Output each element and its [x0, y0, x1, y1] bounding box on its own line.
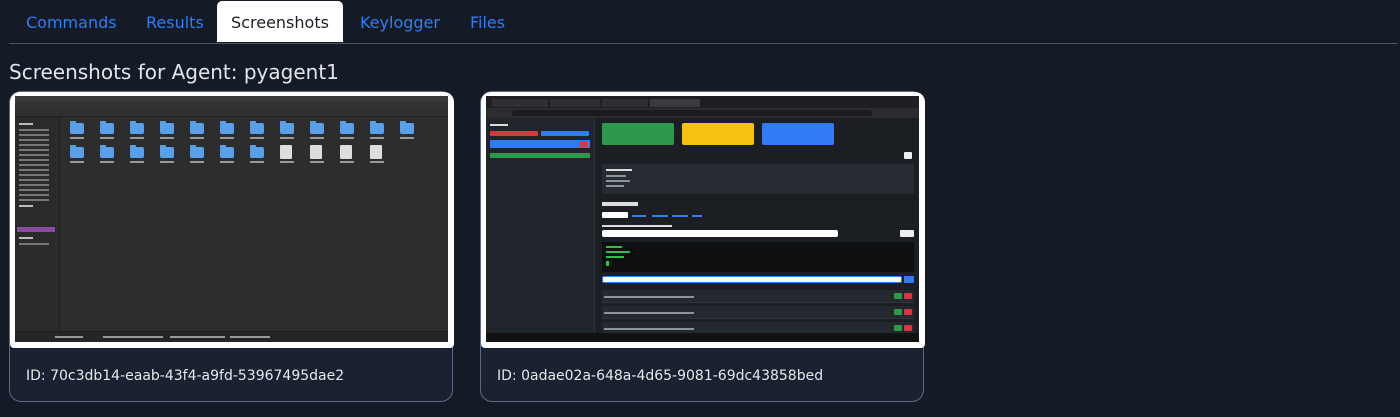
- screenshot-card[interactable]: ID: 0adae02a-648a-4d65-9081-69dc43858bed: [480, 91, 925, 402]
- screenshot-id: ID: 0adae02a-648a-4d65-9081-69dc43858bed: [497, 368, 824, 384]
- screenshot-thumbnail-frame: [481, 92, 925, 348]
- screenshot-id: ID: 70c3db14-eaab-43f4-a9fd-53967495dae2: [26, 368, 345, 384]
- tab-files[interactable]: Files: [470, 1, 510, 42]
- tab-keylogger[interactable]: Keylogger: [360, 1, 440, 42]
- screenshot-thumbnail[interactable]: [486, 96, 919, 342]
- screenshot-card[interactable]: ID: 70c3db14-eaab-43f4-a9fd-53967495dae2: [9, 91, 454, 402]
- tab-screenshots[interactable]: Screenshots: [217, 1, 343, 42]
- page-title: Screenshots for Agent: pyagent1: [9, 60, 339, 84]
- tab-bar: Commands Results Screenshots Keylogger F…: [9, 0, 1398, 44]
- tab-results[interactable]: Results: [146, 1, 206, 42]
- screenshot-thumbnail[interactable]: [15, 96, 448, 342]
- screenshot-thumbnail-frame: [10, 92, 454, 348]
- tab-commands[interactable]: Commands: [26, 1, 117, 42]
